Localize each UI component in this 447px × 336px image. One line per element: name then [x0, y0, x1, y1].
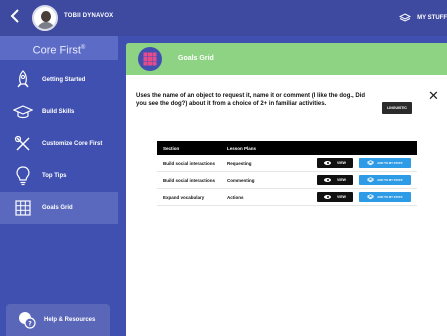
goals-grid-panel: Goals Grid Uses the name of an object to…: [126, 43, 447, 336]
view-button[interactable]: VIEW: [317, 175, 353, 185]
row-plan: Actions: [227, 194, 244, 200]
sidebar-item-top-tips[interactable]: Top Tips: [0, 160, 118, 192]
eye-icon: [324, 161, 332, 165]
row-section: Expand vocabulary: [163, 194, 205, 200]
goal-description: Uses the name of an object to request it…: [136, 93, 366, 107]
layers-icon: [399, 13, 412, 22]
grid-icon: [12, 197, 34, 219]
svg-text:?: ?: [28, 320, 32, 327]
sidebar-item-goals-grid[interactable]: Goals Grid: [0, 192, 118, 224]
sidebar-item-label: Top Tips: [42, 173, 67, 179]
my-stuff-label: MY STUFF: [417, 15, 447, 21]
sidebar-item-label: Getting Started: [42, 77, 86, 83]
help-resources-button[interactable]: ? Help & Resources: [6, 304, 110, 336]
close-icon[interactable]: ✕: [428, 89, 439, 102]
app-title: Core First®: [0, 36, 118, 60]
add-to-my-stuff-button[interactable]: ADD TO MY STUFF: [359, 192, 411, 202]
lightbulb-icon: [12, 165, 34, 187]
graduation-cap-icon: [12, 101, 34, 123]
linguistic-badge: LINGUISTIC: [382, 102, 412, 114]
layers-icon: [367, 194, 375, 200]
header-section: Section: [163, 145, 180, 151]
sidebar: Core First® Getting Started Build Skills…: [0, 36, 118, 336]
avatar-face: [41, 11, 51, 22]
lesson-plans-table: Section Lesson Plans Build social intera…: [157, 141, 417, 206]
sidebar-item-label: Build Skills: [42, 109, 75, 115]
grid-icon: [138, 47, 162, 71]
row-section: Build social interactions: [163, 160, 216, 166]
sidebar-item-label: Customize Core First: [42, 141, 103, 147]
registered-mark: ®: [80, 45, 86, 51]
help-label: Help & Resources: [44, 317, 96, 323]
add-to-my-stuff-button[interactable]: ADD TO MY STUFF: [359, 158, 411, 168]
layers-icon: [367, 160, 375, 166]
tools-icon: [12, 133, 34, 155]
table-row: Build social interactions Commenting VIE…: [157, 172, 417, 189]
eye-icon: [324, 195, 332, 199]
sidebar-item-label: Goals Grid: [42, 205, 73, 211]
table-row: Build social interactions Requesting VIE…: [157, 155, 417, 172]
row-section: Build social interactions: [163, 177, 216, 183]
sidebar-item-customize[interactable]: Customize Core First: [0, 128, 118, 160]
panel-header: Goals Grid: [126, 43, 447, 75]
row-plan: Commenting: [227, 177, 255, 183]
avatar-shoulders: [37, 22, 55, 29]
table-header: Section Lesson Plans: [157, 141, 417, 155]
table-row: Expand vocabulary Actions VIEW ADD TO MY…: [157, 189, 417, 206]
add-to-my-stuff-button[interactable]: ADD TO MY STUFF: [359, 175, 411, 185]
eye-icon: [324, 178, 332, 182]
sidebar-item-build-skills[interactable]: Build Skills: [0, 96, 118, 128]
panel-title: Goals Grid: [178, 55, 214, 62]
my-stuff-button[interactable]: MY STUFF: [399, 10, 447, 26]
help-chat-icon: ?: [18, 311, 36, 329]
chevron-left-icon[interactable]: [8, 9, 22, 27]
sidebar-item-getting-started[interactable]: Getting Started: [0, 64, 118, 96]
header-lesson-plans: Lesson Plans: [227, 145, 257, 151]
view-button[interactable]: VIEW: [317, 192, 353, 202]
layers-icon: [367, 177, 375, 183]
view-button[interactable]: VIEW: [317, 158, 353, 168]
top-bar: TOBII DYNAVOX MY STUFF: [0, 0, 447, 36]
row-plan: Requesting: [227, 160, 252, 166]
username[interactable]: TOBII DYNAVOX: [64, 13, 113, 19]
avatar[interactable]: [32, 5, 58, 31]
rocket-icon: [12, 69, 34, 91]
